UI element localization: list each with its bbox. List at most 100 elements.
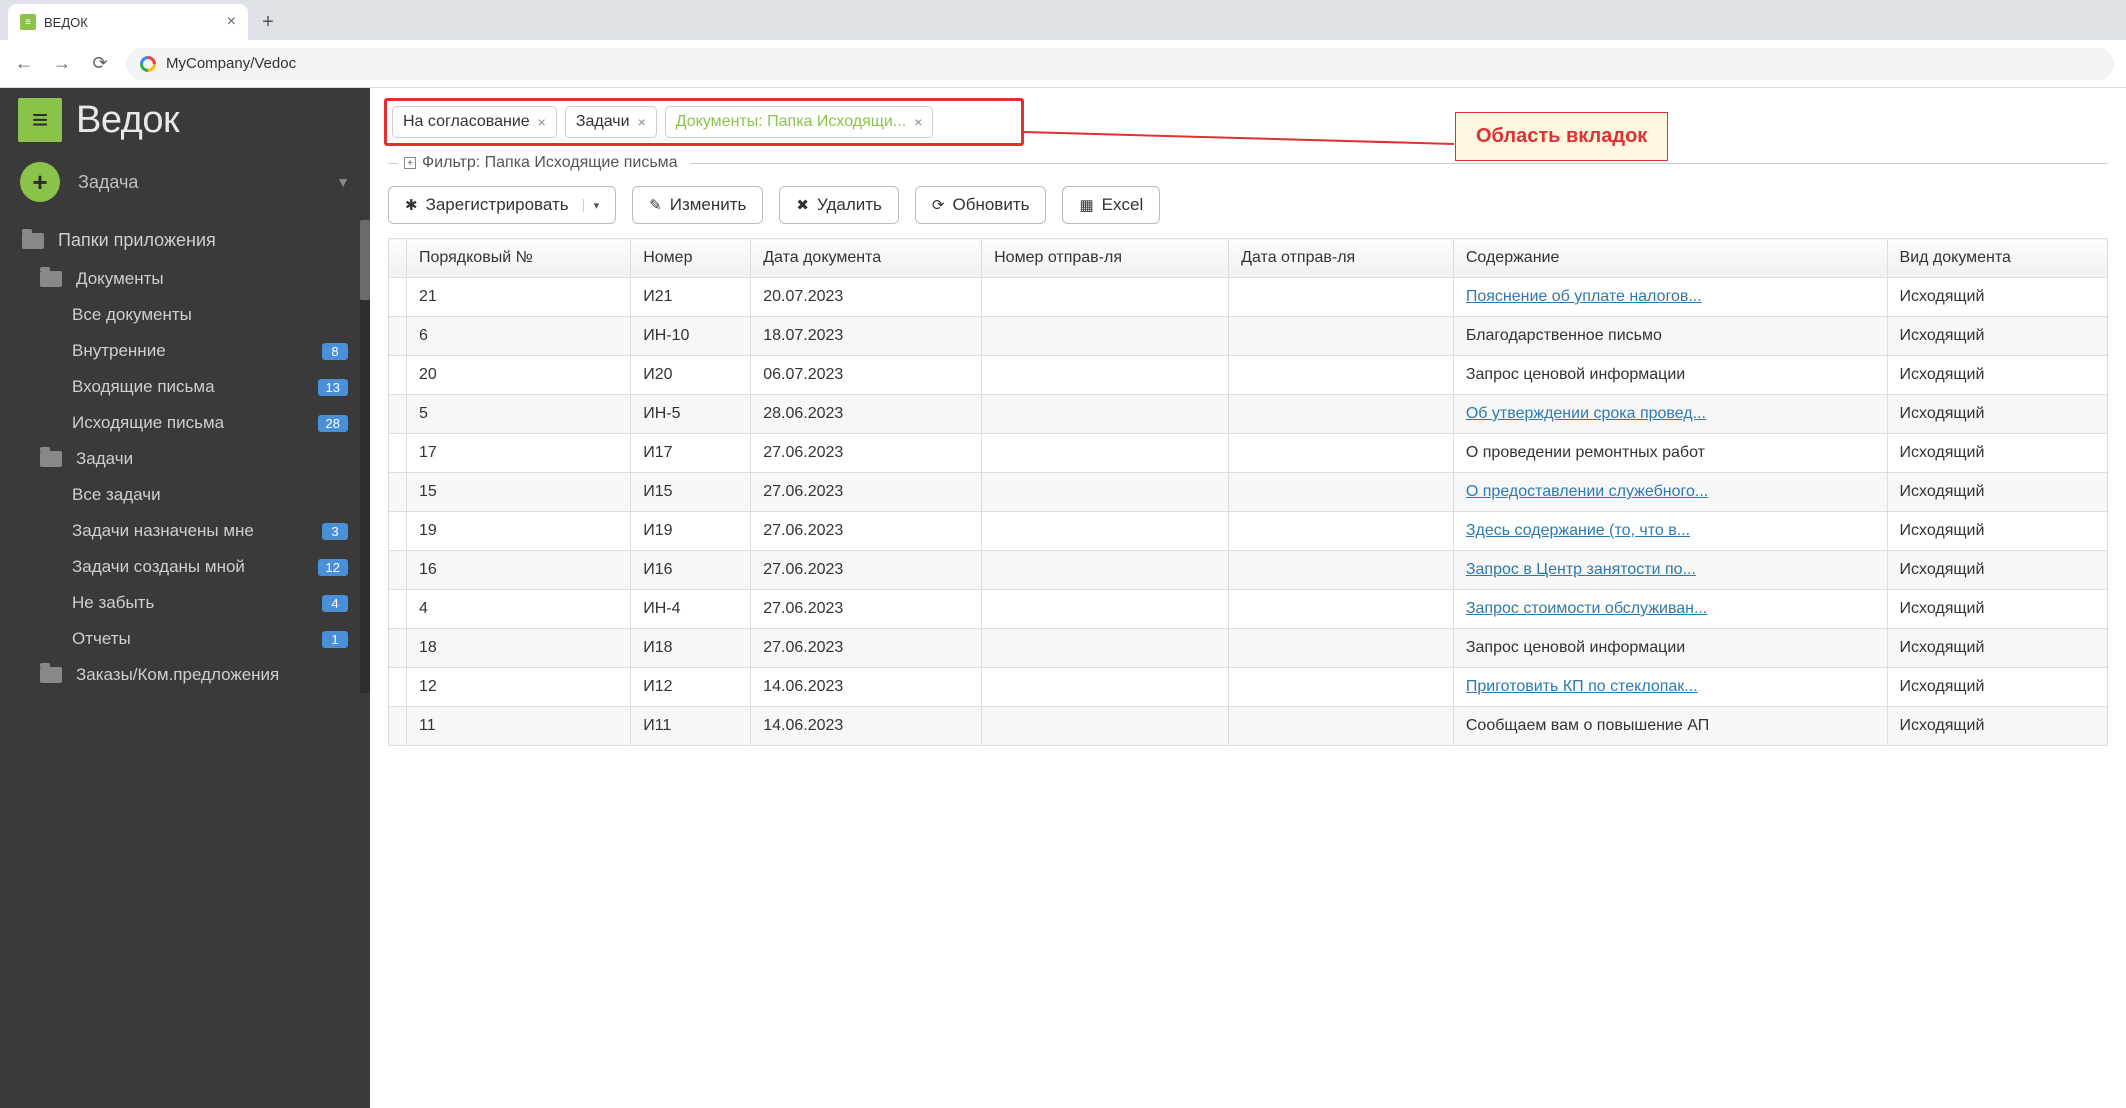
table-cell [389,707,407,746]
count-badge: 13 [318,379,348,396]
address-bar[interactable]: MyCompany/Vedoc [126,48,2114,80]
table-row[interactable]: 5ИН-528.06.2023Об утверждении срока пров… [389,395,2108,434]
table-cell: Об утверждении срока провед... [1453,395,1887,434]
sidebar-item[interactable]: Все задачи [0,477,370,513]
table-cell [389,629,407,668]
app-tab[interactable]: На согласование × [392,106,557,138]
sidebar-item[interactable]: Отчеты1 [0,621,370,657]
table-cell: 27.06.2023 [751,551,982,590]
sidebar-item[interactable]: Исходящие письма28 [0,405,370,441]
column-header[interactable]: Дата документа [751,239,982,278]
sidebar-item[interactable]: Все документы [0,297,370,333]
main-content: На согласование×Задачи×Документы: Папка … [370,88,2126,1108]
close-icon[interactable]: × [914,114,922,130]
table-cell [982,317,1229,356]
count-badge: 28 [318,415,348,432]
table-cell: 28.06.2023 [751,395,982,434]
table-cell: Запрос стоимости обслуживан... [1453,590,1887,629]
sidebar-item[interactable]: Задачи назначены мне3 [0,513,370,549]
sidebar-app-folders[interactable]: Папки приложения [0,220,370,261]
table-cell [1229,551,1454,590]
table-cell [1229,512,1454,551]
refresh-button[interactable]: ⟳Обновить [915,186,1047,224]
table-cell: 06.07.2023 [751,356,982,395]
table-cell [1229,668,1454,707]
table-row[interactable]: 12И1214.06.2023Приготовить КП по стеклоп… [389,668,2108,707]
sidebar-header-label: Папки приложения [58,230,216,251]
content-link[interactable]: О предоставлении служебного... [1466,483,1708,500]
table-cell [1229,707,1454,746]
table-row[interactable]: 21И2120.07.2023Пояснение об уплате налог… [389,278,2108,317]
app-tab-label: Документы: Папка Исходящи... [676,113,906,131]
sidebar-item-label: Отчеты [72,629,131,649]
table-cell: 27.06.2023 [751,512,982,551]
column-header[interactable]: Номер [631,239,751,278]
table-cell: Сообщаем вам о повышение АП [1453,707,1887,746]
sidebar-group-label: Заказы/Ком.предложения [76,665,279,685]
sidebar-scrollbar[interactable] [360,220,370,693]
app-tab[interactable]: Документы: Папка Исходящи... × [665,106,934,138]
excel-icon: ▦ [1079,196,1093,214]
content-link[interactable]: Приготовить КП по стеклопак... [1466,678,1698,695]
register-button[interactable]: ✱Зарегистрировать [388,186,616,224]
table-row[interactable]: 18И1827.06.2023Запрос ценовой информации… [389,629,2108,668]
excel-label: Excel [1102,195,1144,215]
content-link[interactable]: Запрос стоимости обслуживан... [1466,600,1708,617]
content-link[interactable]: Здесь содержание (то, что в... [1466,522,1690,539]
content-link[interactable]: Об утверждении срока провед... [1466,405,1706,422]
forward-button[interactable]: → [50,52,74,76]
table-row[interactable]: 16И1627.06.2023Запрос в Центр занятости … [389,551,2108,590]
table-row[interactable]: 20И2006.07.2023Запрос ценовой информации… [389,356,2108,395]
table-row[interactable]: 17И1727.06.2023О проведении ремонтных ра… [389,434,2108,473]
data-grid[interactable]: Порядковый №НомерДата документаНомер отп… [370,238,2126,1108]
table-row[interactable]: 11И1114.06.2023 Сообщаем вам о повышение … [389,707,2108,746]
table-cell [982,590,1229,629]
delete-button[interactable]: ✖Удалить [779,186,898,224]
back-button[interactable]: ← [12,52,36,76]
expand-filter-button[interactable]: + [404,157,416,169]
sidebar-group-header[interactable]: Заказы/Ком.предложения [0,657,370,693]
column-header[interactable]: Дата отправ-ля [1229,239,1454,278]
app-tab-label: На согласование [403,113,530,131]
close-icon[interactable]: × [638,114,646,130]
row-selector-header [389,239,407,278]
column-header[interactable]: Номер отправ-ля [982,239,1229,278]
browser-tab[interactable]: ≡ ВЕДОК × [8,4,248,40]
table-row[interactable]: 4ИН-427.06.2023Запрос стоимости обслужив… [389,590,2108,629]
table-cell: 11 [407,707,631,746]
table-row[interactable]: 6ИН-1018.07.2023Благодарственное письмоИ… [389,317,2108,356]
sidebar-item-label: Все документы [72,305,192,325]
reload-button[interactable]: ⟳ [88,52,112,76]
sidebar-item[interactable]: Не забыть4 [0,585,370,621]
content-link[interactable]: Запрос в Центр занятости по... [1466,561,1696,578]
table-cell: О предоставлении служебного... [1453,473,1887,512]
new-tab-button[interactable]: + [254,8,282,36]
task-button-label: Задача [78,172,318,193]
sidebar-scroll-thumb[interactable] [360,220,370,300]
edit-label: Изменить [670,195,747,215]
app-tab[interactable]: Задачи× [565,106,657,138]
table-cell: 18.07.2023 [751,317,982,356]
table-cell: 14.06.2023 [751,707,982,746]
edit-button[interactable]: ✎Изменить [632,186,763,224]
excel-button[interactable]: ▦ Excel [1062,186,1160,224]
column-header[interactable]: Содержание [1453,239,1887,278]
table-cell: 20.07.2023 [751,278,982,317]
close-icon[interactable]: × [538,114,546,130]
table-cell: 19 [407,512,631,551]
sidebar-item[interactable]: Внутренние8 [0,333,370,369]
sidebar-item[interactable]: Входящие письма13 [0,369,370,405]
column-header[interactable]: Порядковый № [407,239,631,278]
column-header[interactable]: Вид документа [1887,239,2107,278]
content-link[interactable]: Пояснение об уплате налогов... [1466,288,1702,305]
table-cell: И11 [631,707,751,746]
table-cell [982,434,1229,473]
new-task-button[interactable]: + Задача ▼ [0,156,370,220]
sidebar-item[interactable]: Задачи созданы мной12 [0,549,370,585]
table-cell [982,278,1229,317]
table-row[interactable]: 15И1527.06.2023О предоставлении служебно… [389,473,2108,512]
sidebar-group-header[interactable]: Документы [0,261,370,297]
close-tab-icon[interactable]: × [227,13,236,31]
sidebar-group-header[interactable]: Задачи [0,441,370,477]
table-row[interactable]: 19И1927.06.2023Здесь содержание (то, что… [389,512,2108,551]
